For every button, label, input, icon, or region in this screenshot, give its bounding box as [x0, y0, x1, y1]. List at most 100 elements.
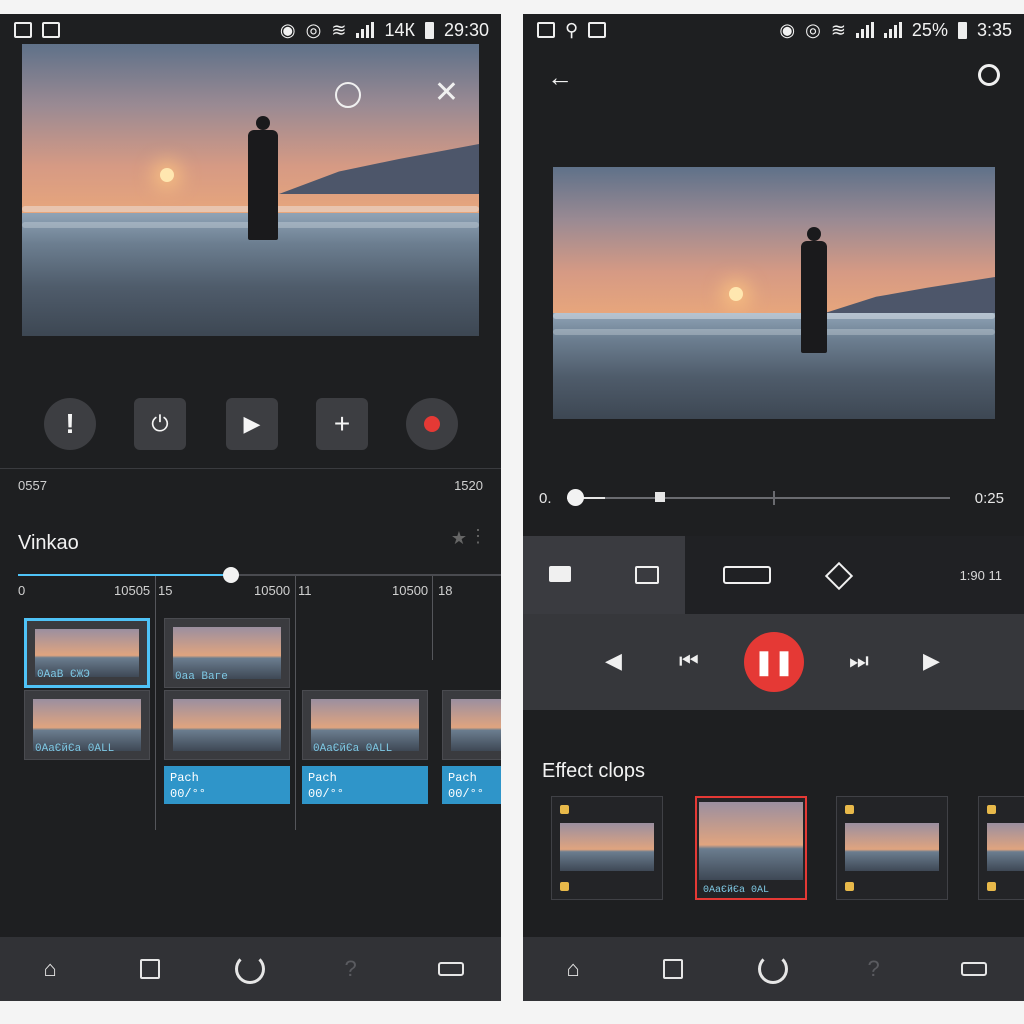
image-icon — [42, 22, 60, 38]
ruler-label: 18 — [438, 583, 453, 598]
playback-track[interactable] — [567, 497, 950, 499]
timeline-clip[interactable] — [442, 690, 501, 760]
folder-icon[interactable] — [723, 566, 771, 584]
timeline-clip[interactable]: 0АаВ ЄЖЭ — [24, 618, 150, 688]
edit-nav-button[interactable] — [653, 949, 693, 989]
skip-back-button[interactable]: ⏮ — [679, 648, 699, 674]
effect-clip[interactable] — [551, 796, 663, 900]
clip-label: 0АаЄйЄа 0АLL — [313, 743, 393, 755]
help-button[interactable]: ? — [331, 949, 371, 989]
rewind-button[interactable]: ◀ — [605, 648, 622, 674]
add-button[interactable]: + — [316, 398, 368, 450]
help-button[interactable]: ? — [854, 949, 894, 989]
clip-label: 0АаВ ЄЖЭ — [37, 669, 90, 681]
ruler-label: 15 — [158, 583, 173, 598]
status-bar: ◉ ◎ ≋ 14К 29:30 — [0, 14, 501, 46]
gallery-icon — [14, 22, 32, 38]
layout-button[interactable] — [431, 949, 471, 989]
edit-icon[interactable] — [335, 82, 361, 108]
layout-button[interactable] — [954, 949, 994, 989]
edit-nav-button[interactable] — [130, 949, 170, 989]
edit-square-icon — [140, 959, 161, 979]
carrier-text: 14К — [384, 19, 415, 40]
video-player[interactable] — [553, 167, 995, 419]
power-button[interactable]: ⏻ — [134, 398, 186, 450]
skip-forward-icon: ⏭ — [849, 648, 869, 673]
ruler-label: 11 — [298, 583, 312, 598]
timeline-scrubber[interactable] — [222, 567, 239, 583]
divider — [0, 468, 501, 469]
effect-clip[interactable] — [836, 796, 948, 900]
wifi-icon: ≋ — [331, 19, 347, 40]
refresh-button[interactable] — [230, 949, 270, 989]
play-button[interactable]: ▶ — [226, 398, 278, 450]
back-icon[interactable]: ← — [547, 62, 573, 93]
ruler-label: 10500 — [254, 583, 291, 598]
playback-scrubber[interactable] — [567, 489, 585, 506]
status-bar: ⚲ ◉ ◎ ≋ 25% 3:35 — [523, 14, 1024, 46]
effect-clip-selected[interactable]: 0АаЄйЄа 0АL — [695, 796, 807, 900]
sync-icon: ◉ — [779, 19, 796, 40]
star-icon[interactable]: ★ — [451, 528, 467, 549]
clip-info-value: 00/°° — [170, 787, 207, 801]
clip-label: 0АаЄйЄа 0АL — [703, 885, 770, 896]
marker-handle[interactable] — [655, 492, 665, 502]
prev-icon: ◀ — [605, 648, 622, 673]
home-button[interactable]: ⌂ — [30, 949, 70, 989]
clip-info-bar[interactable]: Pach 00/°° — [164, 766, 290, 804]
pause-icon: ❚❚ — [753, 648, 795, 676]
refresh-icon — [235, 954, 266, 984]
pause-button[interactable]: ❚❚ — [744, 632, 804, 692]
play-icon: ▶ — [243, 411, 261, 436]
timeline-clip[interactable] — [164, 690, 290, 760]
screen-icon[interactable] — [635, 566, 659, 584]
skip-forward-button[interactable]: ⏭ — [849, 648, 869, 674]
marker-tick — [773, 491, 775, 505]
more-icon[interactable]: ⋮ — [469, 526, 487, 547]
home-icon: ⌂ — [566, 956, 580, 981]
clip-label: 0аа Ваге — [175, 671, 228, 683]
video-camera-icon[interactable] — [549, 566, 571, 582]
left-screen: ◉ ◎ ≋ 14К 29:30 ✕ ! ⏻ ▶ + 0557 1520 Vink… — [0, 14, 501, 1001]
status-time: 29:30 — [443, 19, 489, 40]
home-button[interactable]: ⌂ — [553, 949, 593, 989]
bottom-nav: ⌂ ? — [523, 937, 1024, 1001]
timeline-clip[interactable]: 0АаЄйЄа 0АLL — [24, 690, 150, 760]
signal-icon-2 — [883, 22, 902, 38]
timeline-end-time: 1520 — [454, 478, 483, 493]
signal-icon — [356, 22, 375, 38]
alert-button[interactable]: ! — [44, 398, 96, 450]
alarm-icon: ◎ — [305, 19, 322, 40]
mic-icon: ◉ — [279, 19, 296, 40]
search-icon[interactable] — [978, 64, 1000, 86]
forward-button[interactable]: ▶ — [923, 648, 940, 674]
clip-info-bar[interactable]: Pach 00/°° — [442, 766, 501, 804]
ruler-label: 10500 — [392, 583, 429, 598]
battery-icon — [957, 21, 967, 39]
clip-label: 0АаЄйЄа 0АLL — [35, 743, 115, 755]
layout-icon — [960, 962, 987, 976]
record-button[interactable] — [406, 398, 458, 450]
clip-info-bar[interactable]: Pach 00/°° — [302, 766, 428, 804]
clip-info-name: Pach — [170, 771, 199, 785]
track-divider — [155, 576, 156, 830]
right-screen: ⚲ ◉ ◎ ≋ 25% 3:35 ← 0. 0:25 1:90 11 ◀ ⏮ ❚… — [523, 14, 1024, 1001]
next-icon: ▶ — [923, 648, 940, 673]
timeline-start-time: 0557 — [18, 478, 47, 493]
effect-clip[interactable] — [978, 796, 1024, 900]
close-icon[interactable]: ✕ — [434, 78, 459, 108]
video-preview[interactable]: ✕ — [22, 44, 479, 336]
timeline-clip[interactable]: 0аа Ваге — [164, 618, 290, 688]
home-icon: ⌂ — [43, 956, 57, 981]
timeline-clip[interactable]: 0АаЄйЄа 0АLL — [302, 690, 428, 760]
image-icon — [588, 22, 607, 38]
timeline-track[interactable] — [18, 574, 501, 576]
record-icon — [424, 416, 440, 432]
ruler-label: 10505 — [114, 583, 151, 598]
plus-icon: + — [333, 408, 351, 439]
layout-icon — [437, 962, 464, 976]
track-divider — [295, 576, 296, 830]
tool-strip-active — [523, 536, 685, 614]
battery-icon — [424, 21, 434, 39]
refresh-button[interactable] — [753, 949, 793, 989]
